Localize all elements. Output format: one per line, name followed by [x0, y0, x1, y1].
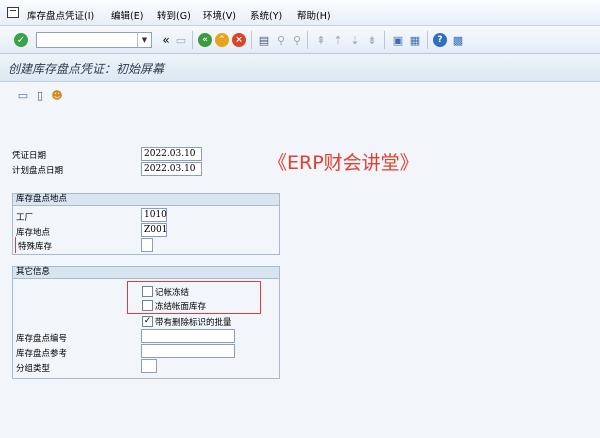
phys-inv-reference-label: 库存盘点参考	[16, 349, 68, 359]
previous-page-icon[interactable]: ⇡	[330, 32, 346, 48]
page-title: 创建库存盘点凭证：初始屏幕	[8, 62, 165, 76]
toolbar-divider	[192, 31, 193, 49]
print-layout-icon[interactable]: ▭	[16, 88, 30, 102]
document-date-label: 凭证日期	[12, 151, 47, 161]
shortcut-icon[interactable]: ▦	[407, 32, 423, 48]
enter-check-icon[interactable]: ✓	[14, 33, 28, 47]
screen-title-bar: 创建库存盘点凭证：初始屏幕	[0, 54, 600, 82]
phys-inv-number-field[interactable]	[141, 329, 235, 343]
annotation-mark	[15, 237, 16, 253]
command-field[interactable]: ▼	[36, 32, 152, 48]
special-stock-label: 特殊库存	[18, 242, 53, 252]
find-next-icon[interactable]: ⚲	[289, 32, 305, 48]
planned-count-date-label: 计划盘点日期	[12, 166, 64, 176]
toolbar-divider	[384, 31, 385, 49]
posting-block-checkbox[interactable]	[142, 286, 153, 297]
menu-goto[interactable]: 转到(G)	[157, 8, 191, 22]
posting-block-label: 记帐冻结	[155, 288, 190, 298]
plant-label: 工厂	[16, 213, 34, 223]
freeze-book-inventory-checkbox[interactable]	[142, 300, 153, 311]
cancel-icon[interactable]: ×	[232, 33, 246, 47]
history-icon[interactable]: «	[158, 32, 174, 48]
menu-edit[interactable]: 编辑(E)	[111, 8, 143, 22]
toolbar-divider	[427, 31, 428, 49]
standard-toolbar: ✓ ▼ « ▭ « ⌃ × ▤ ⚲ ⚲ ⇞ ⇡ ⇣ ⇟ ▣ ▦ ? ▩	[0, 26, 600, 54]
grouping-type-field[interactable]	[141, 359, 157, 373]
print-icon[interactable]: ▤	[256, 32, 272, 48]
next-page-icon[interactable]: ⇣	[347, 32, 363, 48]
phys-inv-reference-field[interactable]	[141, 344, 235, 358]
chevron-down-icon[interactable]: ▼	[137, 33, 151, 47]
menu-bar: 库存盘点凭证(I) 编辑(E) 转到(G) 环境(V) 系统(Y) 帮助(H)	[0, 0, 600, 26]
location-group-title: 库存盘点地点	[13, 194, 279, 206]
new-session-icon[interactable]: ▣	[390, 32, 406, 48]
first-page-icon[interactable]: ⇞	[313, 32, 329, 48]
save-icon[interactable]: ▭	[173, 32, 189, 48]
plant-field[interactable]: 1010	[141, 208, 167, 222]
find-icon[interactable]: ⚲	[273, 32, 289, 48]
storage-location-label: 库存地点	[16, 228, 51, 238]
phys-inv-number-label: 库存盘点编号	[16, 334, 68, 344]
deletion-flag-batches-checkbox[interactable]: ✓	[142, 316, 153, 327]
watermark-text: 《ERP财会讲堂》	[268, 152, 419, 174]
application-toolbar: ▭ ▯ ☻	[0, 83, 600, 107]
new-document-icon[interactable]: ▯	[33, 88, 47, 102]
window-icon[interactable]	[7, 7, 19, 18]
exit-icon[interactable]: ⌃	[215, 33, 229, 47]
help-icon[interactable]: ?	[433, 33, 447, 47]
freeze-book-inventory-label: 冻结帐面库存	[155, 302, 207, 312]
menu-phys-inv-doc[interactable]: 库存盘点凭证(I)	[27, 8, 94, 22]
other-info-group-title: 其它信息	[13, 267, 279, 279]
menu-environment[interactable]: 环境(V)	[203, 8, 236, 22]
special-stock-field[interactable]	[141, 238, 153, 252]
grouping-type-label: 分组类型	[16, 364, 51, 374]
last-page-icon[interactable]: ⇟	[364, 32, 380, 48]
menu-help[interactable]: 帮助(H)	[297, 8, 331, 22]
deletion-flag-batches-label: 带有删除标识的批量	[155, 318, 232, 328]
user-settings-icon[interactable]: ☻	[50, 88, 64, 102]
toolbar-divider	[307, 31, 308, 49]
planned-count-date-field[interactable]: 2022.03.10	[141, 162, 202, 176]
layout-settings-icon[interactable]: ▩	[450, 32, 466, 48]
back-icon[interactable]: «	[198, 33, 212, 47]
toolbar-divider	[251, 31, 252, 49]
storage-location-field[interactable]: Z001	[141, 223, 167, 237]
menu-system[interactable]: 系统(Y)	[250, 8, 282, 22]
document-date-field[interactable]: 2022.03.10	[141, 147, 202, 161]
